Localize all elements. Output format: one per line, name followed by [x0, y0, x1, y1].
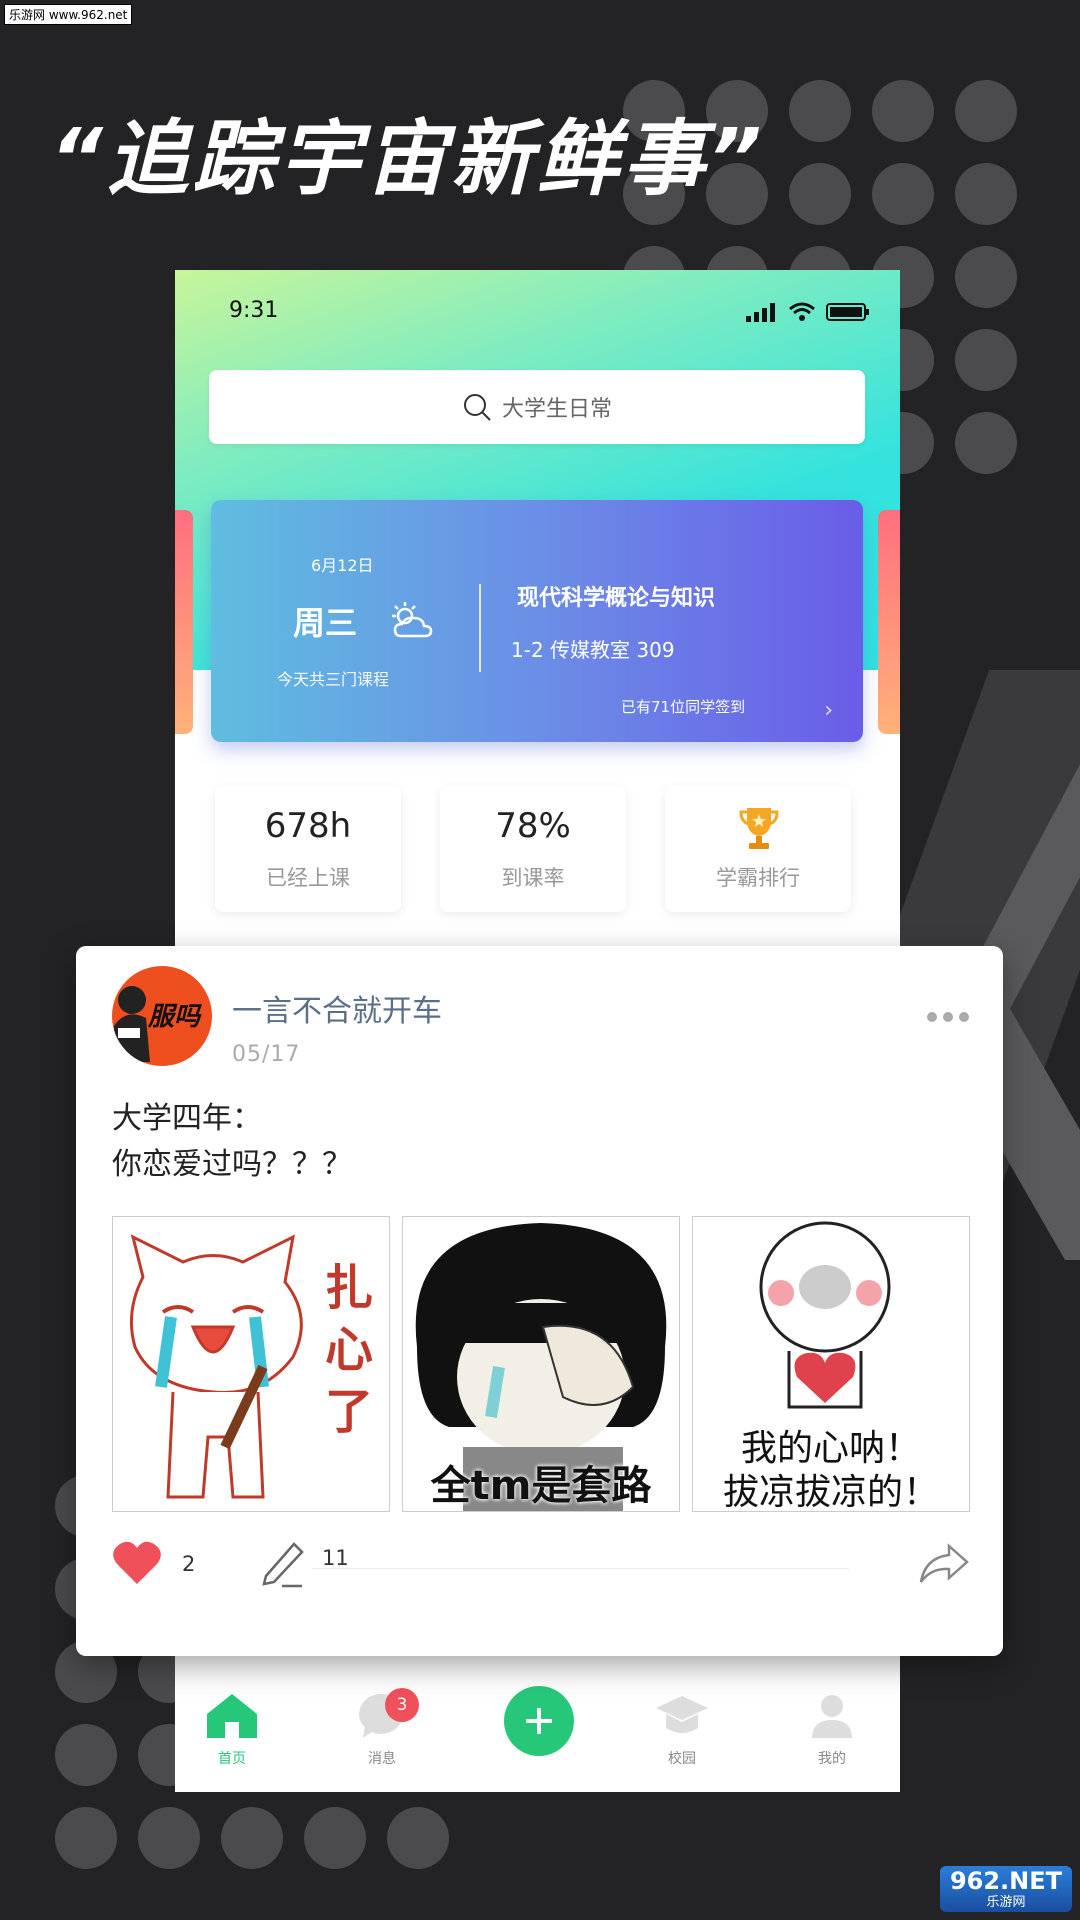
- tab-messages-label: 消息: [368, 1751, 396, 1767]
- heart-icon[interactable]: [112, 1540, 162, 1586]
- partly-cloudy-icon: [392, 602, 433, 638]
- stat-ranking[interactable]: 学霸排行: [665, 786, 851, 912]
- trophy-icon: [739, 808, 779, 849]
- course-card[interactable]: 6月12日 周三 今天共三门课程 现代科学概论与知识 1-2 传媒教室 309 …: [211, 500, 863, 742]
- avatar-text: 服吗: [148, 1002, 201, 1032]
- status-time: 9:31: [229, 298, 279, 323]
- like-count: 2: [182, 1552, 196, 1576]
- campus-icon: [656, 1696, 708, 1733]
- more-options-icon[interactable]: [927, 1012, 969, 1022]
- site-logo: 962.NET 乐游网: [940, 1866, 1072, 1912]
- tab-home-label: 首页: [218, 1751, 246, 1767]
- post-text-line1: 大学四年：: [112, 1101, 262, 1136]
- post-image-3[interactable]: 我的心呐！ 拔凉拔凉的！: [692, 1216, 970, 1512]
- course-weekday: 周三: [293, 604, 358, 642]
- image-3-caption-line2: 拔凉拔凉的！: [722, 1472, 939, 1512]
- plus-icon: [526, 1708, 552, 1734]
- home-icon: [207, 1694, 257, 1738]
- bottom-tab-bar: 首页 3 消息 校园 我的: [175, 1668, 900, 1792]
- course-date: 6月12日: [311, 556, 374, 575]
- search-bar[interactable]: 大学生日常: [209, 370, 865, 444]
- image-1-caption: 扎心了: [325, 1260, 374, 1440]
- post-card[interactable]: 服吗 一言不合就开车 05/17 大学四年： 你恋爱过吗？？？ 扎心了 全tm是…: [76, 946, 1003, 1656]
- post-text-line2: 你恋爱过吗？？？: [112, 1147, 352, 1182]
- stat-hours-label: 已经上课: [266, 866, 350, 890]
- stat-ranking-label: 学霸排行: [716, 866, 800, 890]
- next-card-peek[interactable]: [878, 510, 900, 734]
- stat-attendance-value: 78%: [495, 806, 571, 846]
- tab-home[interactable]: 首页: [187, 1692, 277, 1768]
- tab-campus[interactable]: 校园: [637, 1692, 727, 1768]
- status-icons: [746, 302, 870, 322]
- tab-campus-label: 校园: [668, 1751, 696, 1767]
- post-date: 05/17: [232, 1042, 301, 1067]
- battery-icon: [826, 303, 869, 321]
- message-badge: 3: [385, 1688, 419, 1722]
- avatar[interactable]: 服吗: [112, 966, 212, 1066]
- actions-divider: [312, 1568, 849, 1569]
- site-logo-sub: 乐游网: [986, 1895, 1026, 1910]
- course-info: 1-2 传媒教室 309: [511, 638, 675, 662]
- chevron-right-icon[interactable]: ›: [824, 698, 833, 723]
- course-summary: 今天共三门课程: [277, 670, 390, 689]
- card-divider: [479, 584, 481, 672]
- stat-hours-value: 678h: [264, 806, 352, 846]
- post-actions: 2 11: [112, 1538, 969, 1598]
- post-image-2[interactable]: 全tm是套路: [402, 1216, 680, 1512]
- share-icon[interactable]: [919, 1542, 969, 1586]
- tab-profile[interactable]: 我的: [787, 1692, 877, 1768]
- signal-icon: [746, 303, 775, 322]
- wifi-icon: [789, 302, 815, 321]
- promo-headline: “追踪宇宙新鲜事”: [50, 112, 766, 207]
- tab-messages[interactable]: 3 消息: [337, 1688, 427, 1768]
- stat-attendance[interactable]: 78% 到课率: [440, 786, 626, 912]
- search-icon: [463, 394, 491, 421]
- image-2-caption: 全tm是套路: [430, 1463, 652, 1509]
- add-post-button[interactable]: [504, 1686, 574, 1756]
- search-placeholder: 大学生日常: [501, 397, 612, 422]
- comment-count: 11: [322, 1546, 349, 1570]
- post-image-1[interactable]: 扎心了: [112, 1216, 390, 1512]
- tab-profile-label: 我的: [818, 1751, 846, 1767]
- stat-hours[interactable]: 678h 已经上课: [215, 786, 401, 912]
- post-text: 大学四年： 你恋爱过吗？？？: [112, 1096, 352, 1188]
- post-username[interactable]: 一言不合就开车: [232, 986, 442, 1030]
- site-logo-main: 962.NET: [949, 1867, 1063, 1895]
- checkin-text: 已有71位同学签到: [621, 698, 746, 716]
- site-watermark: 乐游网 www.962.net: [4, 4, 133, 25]
- prev-card-peek[interactable]: [175, 510, 193, 734]
- course-name: 现代科学概论与知识: [517, 586, 716, 611]
- comment-pencil-icon[interactable]: [258, 1538, 310, 1588]
- user-icon: [812, 1695, 852, 1738]
- stat-attendance-label: 到课率: [501, 866, 565, 890]
